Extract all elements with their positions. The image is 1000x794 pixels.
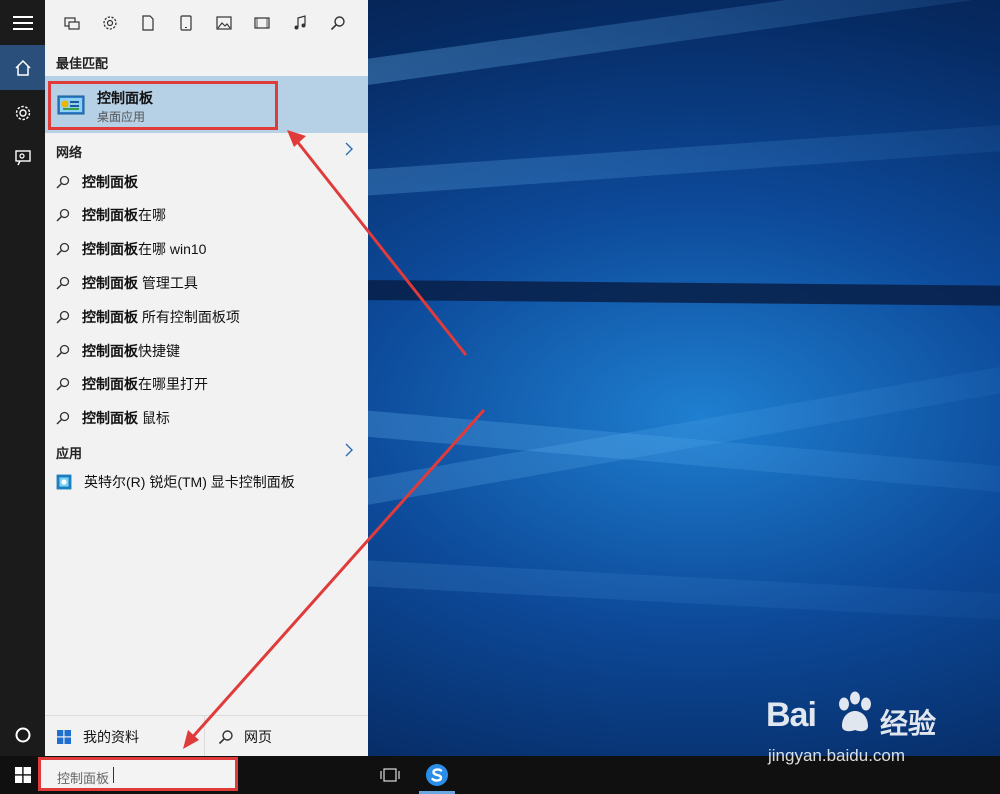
result-bold: 控制面板	[82, 375, 138, 392]
best-match-title: 控制面板	[97, 90, 153, 106]
result-bold: 控制面板	[82, 274, 138, 291]
app-label: 英特尔(R) 锐炬(TM) 显卡控制面板	[84, 473, 295, 490]
intel-graphics-icon	[56, 474, 72, 489]
photo-icon[interactable]	[205, 0, 243, 45]
best-match-subtitle: 桌面应用	[97, 110, 146, 124]
chevron-right-icon[interactable]	[342, 142, 356, 156]
music-icon[interactable]	[281, 0, 319, 45]
search-icon	[56, 310, 70, 324]
settings-filter-icon[interactable]	[91, 0, 129, 45]
feedback-icon[interactable]	[0, 135, 45, 180]
result-rest: 鼠标	[138, 409, 170, 426]
watermark-url: jingyan.baidu.com	[768, 746, 906, 765]
control-panel-icon	[57, 95, 85, 115]
baidu-watermark: Bai 经验 jingyan.baidu.com	[766, 691, 986, 777]
result-bold: 控制面板	[82, 206, 138, 223]
watermark-jingyan: 经验	[880, 708, 937, 739]
search-icon	[56, 377, 70, 391]
search-icon	[56, 242, 70, 256]
search-icon[interactable]	[319, 0, 357, 45]
search-icon	[56, 344, 70, 358]
text-caret	[113, 767, 114, 783]
filter-toolbar	[45, 0, 368, 45]
result-bold: 控制面板	[82, 342, 138, 359]
cortana-icon[interactable]	[0, 713, 45, 756]
settings-icon[interactable]	[0, 90, 45, 135]
home-icon[interactable]	[0, 45, 45, 90]
hamburger-icon[interactable]	[0, 0, 45, 45]
search-icon	[56, 208, 70, 222]
result-rest: 在哪里打开	[138, 375, 208, 392]
result-rest: 在哪	[138, 206, 166, 223]
sogou-browser-icon[interactable]	[419, 756, 455, 794]
search-scope-bar: 我的资料 网页	[45, 715, 368, 757]
tablet-icon[interactable]	[167, 0, 205, 45]
start-rail	[0, 0, 45, 756]
watermark-brand: Bai	[766, 696, 817, 734]
list-item[interactable]: 控制面板 所有控制面板项	[45, 300, 368, 333]
result-rest: 快捷键	[138, 342, 180, 359]
list-item[interactable]: 控制面板在哪 win10	[45, 232, 368, 265]
result-rest: 所有控制面板项	[138, 308, 240, 325]
web-search-button[interactable]: 网页	[206, 716, 368, 757]
list-item[interactable]: 控制面板在哪里打开	[45, 367, 368, 400]
apps-filter-icon[interactable]	[53, 0, 91, 45]
list-item[interactable]: 控制面板在哪	[45, 198, 368, 231]
result-bold: 控制面板	[82, 173, 138, 190]
result-bold: 控制面板	[82, 409, 138, 426]
app-item-intel-graphics[interactable]: 英特尔(R) 锐炬(TM) 显卡控制面板	[45, 465, 368, 498]
list-item[interactable]: 控制面板 鼠标	[45, 401, 368, 434]
search-results-panel: 最佳匹配 控制面板 桌面应用 网络 控制面板 控制面板在哪 控制面板在哪 win…	[45, 0, 368, 757]
apps-heading: 应用	[56, 446, 83, 461]
web-heading: 网络	[56, 145, 83, 160]
chevron-right-icon[interactable]	[342, 443, 356, 457]
windows-logo-icon	[14, 767, 31, 783]
search-icon	[56, 411, 70, 425]
video-icon[interactable]	[243, 0, 281, 45]
baidu-paw-icon	[839, 691, 871, 732]
result-bold: 控制面板	[82, 240, 138, 257]
task-view-icon[interactable]	[372, 756, 408, 794]
best-match-heading: 最佳匹配	[56, 56, 109, 71]
list-item[interactable]: 控制面板	[45, 165, 368, 198]
search-icon	[56, 276, 70, 290]
windows-logo-icon	[57, 729, 71, 744]
list-item[interactable]: 控制面板快捷键	[45, 334, 368, 367]
web-label: 网页	[244, 728, 272, 745]
best-match-item[interactable]: 控制面板 桌面应用	[45, 76, 368, 133]
my-data-label: 我的资料	[83, 728, 139, 745]
search-icon	[56, 175, 70, 189]
result-rest: 在哪 win10	[138, 240, 207, 257]
result-rest: 管理工具	[138, 274, 198, 291]
document-icon[interactable]	[129, 0, 167, 45]
my-data-button[interactable]: 我的资料	[45, 716, 205, 757]
search-input-value: 控制面板	[57, 771, 110, 786]
result-bold: 控制面板	[82, 308, 138, 325]
taskbar-search-input[interactable]: 控制面板	[38, 757, 238, 791]
list-item[interactable]: 控制面板 管理工具	[45, 266, 368, 299]
search-icon	[218, 729, 233, 744]
